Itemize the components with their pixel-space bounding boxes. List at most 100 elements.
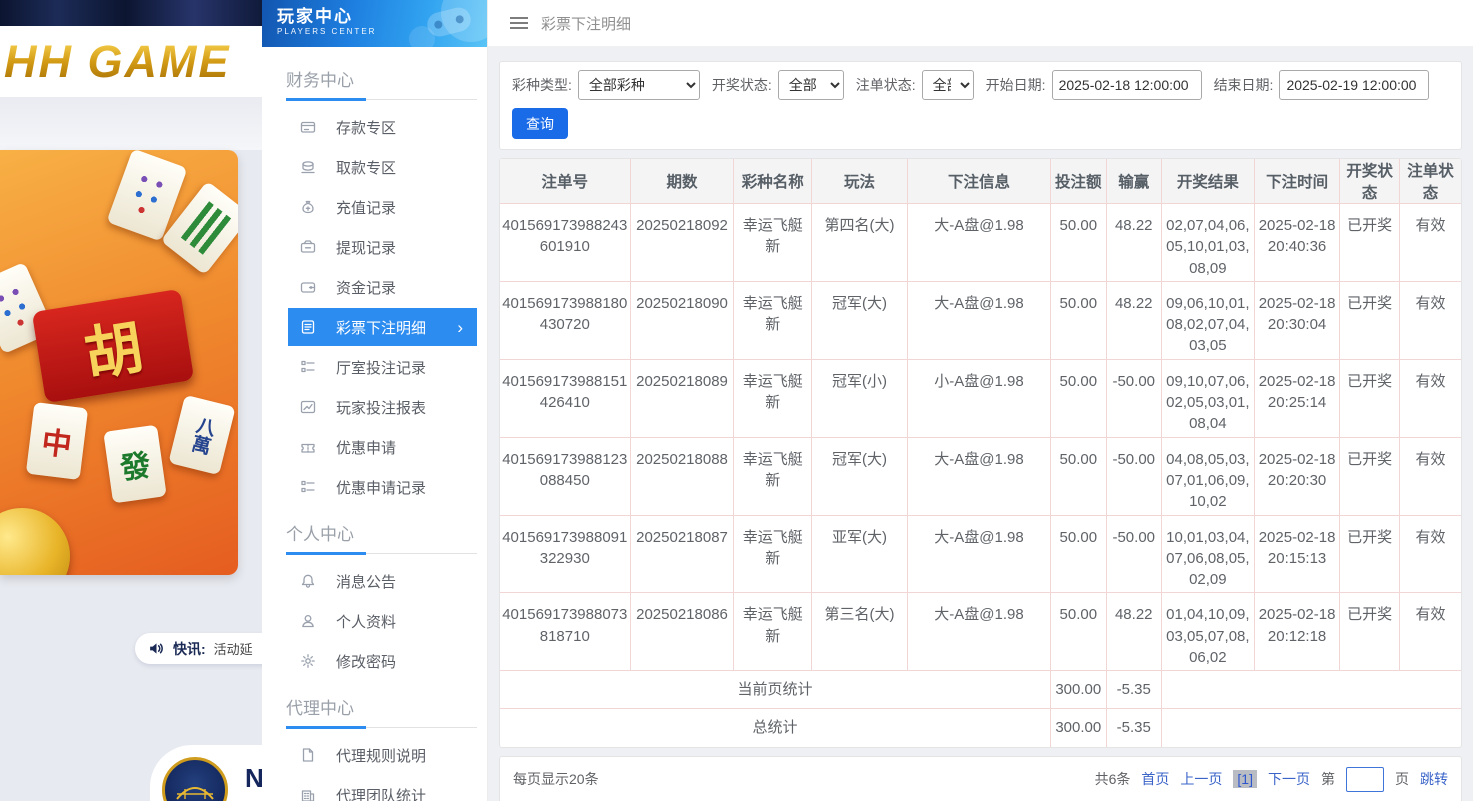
start-date-input[interactable]	[1052, 70, 1202, 100]
bet-table: 注单号期数彩种名称玩法下注信息投注额输赢开奖结果下注时间开奖状态注单状态 4015…	[500, 159, 1461, 747]
cell-result: 04,08,05,03,07,01,06,09,10,02	[1161, 437, 1254, 515]
column-header: 下注信息	[907, 159, 1050, 204]
report-icon	[300, 399, 316, 415]
filter-panel: 彩种类型: 全部彩种 开奖状态: 全部 注单状态: 全部 开始日期: 结束日期:…	[499, 61, 1462, 150]
column-header: 开奖结果	[1161, 159, 1254, 204]
column-header: 注单号	[500, 159, 630, 204]
draw-status-select[interactable]: 全部	[778, 70, 844, 100]
withdraw-record-icon	[300, 239, 316, 255]
lottery-type-select[interactable]: 全部彩种	[578, 70, 700, 100]
badge-letter: N	[245, 763, 264, 794]
end-date-label: 结束日期:	[1214, 75, 1274, 95]
cell-period: 20250218087	[630, 515, 734, 593]
cell-bet-no: 401569173988073818710	[500, 593, 630, 671]
funds-icon	[300, 279, 316, 295]
cell-period: 20250218092	[630, 204, 734, 282]
summary-row: 当前页统计300.00-5.35	[500, 671, 1461, 709]
sidebar-item-bet-detail[interactable]: 彩票下注明细›	[288, 308, 477, 346]
cell-play: 冠军(大)	[812, 437, 908, 515]
cell-play: 冠军(大)	[812, 281, 908, 359]
summary-amount: 300.00	[1051, 671, 1106, 709]
sidebar-item-label: 玩家投注报表	[336, 397, 426, 418]
first-page-link[interactable]: 首页	[1141, 769, 1169, 789]
cell-win-loss: -50.00	[1106, 437, 1161, 515]
sidebar-item-withdraw[interactable]: 取款专区	[288, 147, 477, 187]
site-subheader-strip	[0, 97, 262, 150]
mahjong-promo-image: 胡 中 發 八萬	[0, 150, 238, 575]
cell-draw-status: 已开奖	[1340, 515, 1399, 593]
next-page-link[interactable]: 下一页	[1268, 769, 1310, 789]
sidebar-item-hall-record[interactable]: 厅室投注记录	[288, 347, 477, 387]
sidebar-item-promo[interactable]: 优惠申请	[288, 427, 477, 467]
jump-button[interactable]: 跳转	[1420, 769, 1448, 789]
column-header: 投注额	[1051, 159, 1106, 204]
pagination-bar: 每页显示20条 共6条 首页 上一页 [1] 下一页 第 页 跳转	[499, 756, 1462, 801]
cell-amount: 50.00	[1051, 593, 1106, 671]
current-page-indicator: [1]	[1233, 770, 1257, 788]
sidebar-item-withdraw-record[interactable]: 提现记录	[288, 227, 477, 267]
cell-amount: 50.00	[1051, 204, 1106, 282]
promo-record-icon	[300, 479, 316, 495]
sidebar-item-file[interactable]: 代理规则说明	[288, 735, 477, 775]
file-icon	[300, 747, 316, 763]
page-size-text: 每页显示20条	[513, 769, 599, 789]
start-date-label: 开始日期:	[986, 75, 1046, 95]
sidebar-item-user[interactable]: 个人资料	[288, 601, 477, 641]
table-header-row: 注单号期数彩种名称玩法下注信息投注额输赢开奖结果下注时间开奖状态注单状态	[500, 159, 1461, 204]
sidebar-item-funds[interactable]: 资金记录	[288, 267, 477, 307]
site-top-navy-bar	[0, 0, 262, 26]
summary-empty	[1161, 709, 1461, 747]
query-button[interactable]: 查询	[512, 108, 568, 139]
order-status-select[interactable]: 全部	[922, 70, 974, 100]
sidebar-item-promo-record[interactable]: 优惠申请记录	[288, 467, 477, 507]
sidebar-item-gear[interactable]: 修改密码	[288, 641, 477, 681]
cell-order-status: 有效	[1399, 515, 1461, 593]
column-header: 彩种名称	[734, 159, 812, 204]
end-date-input[interactable]	[1279, 70, 1429, 100]
withdraw-icon	[300, 159, 316, 175]
sidebar-item-deposit[interactable]: 存款专区	[288, 107, 477, 147]
cell-order-status: 有效	[1399, 204, 1461, 282]
lottery-type-label: 彩种类型:	[512, 75, 572, 95]
total-count-text: 共6条	[1095, 769, 1131, 789]
cell-order-status: 有效	[1399, 593, 1461, 671]
sidebar-item-report[interactable]: 玩家投注报表	[288, 387, 477, 427]
underline-accent	[286, 726, 366, 729]
table-row: 40156917398812308845020250218088幸运飞艇新冠军(…	[500, 437, 1461, 515]
cell-result: 02,07,04,06,05,10,01,03,08,09	[1161, 204, 1254, 282]
cell-draw-status: 已开奖	[1340, 204, 1399, 282]
brand-logo: HH GAME	[0, 36, 231, 88]
sidebar-header: 玩家中心 PLAYERS CENTER	[262, 0, 487, 47]
gear-icon	[300, 653, 316, 669]
cell-bet-no: 401569173988123088450	[500, 437, 630, 515]
prev-page-link[interactable]: 上一页	[1180, 769, 1222, 789]
cell-amount: 50.00	[1051, 281, 1106, 359]
cell-win-loss: -50.00	[1106, 515, 1161, 593]
cell-lottery: 幸运飞艇新	[734, 281, 812, 359]
column-header: 开奖状态	[1340, 159, 1399, 204]
cell-draw-status: 已开奖	[1340, 437, 1399, 515]
cell-bet-info: 大-A盘@1.98	[907, 515, 1050, 593]
cell-lottery: 幸运飞艇新	[734, 204, 812, 282]
cell-bet-time: 2025-02-18 20:30:04	[1254, 281, 1340, 359]
sidebar-item-label: 资金记录	[336, 277, 396, 298]
cell-win-loss: 48.22	[1106, 593, 1161, 671]
promo-icon	[300, 439, 316, 455]
summary-win-loss: -5.35	[1106, 709, 1161, 747]
menu-toggle-icon[interactable]	[510, 17, 528, 29]
sidebar-item-recharge[interactable]: 充值记录	[288, 187, 477, 227]
sidebar-item-label: 充值记录	[336, 197, 396, 218]
sidebar-item-bell[interactable]: 消息公告	[288, 561, 477, 601]
mahjong-tile-bawan: 八萬	[168, 395, 235, 476]
site-logo-band: HH GAME	[0, 26, 262, 97]
sidebar-item-team[interactable]: 代理团队统计	[288, 775, 477, 801]
cell-amount: 50.00	[1051, 437, 1106, 515]
cell-bet-no: 401569173988091322930	[500, 515, 630, 593]
team-icon	[300, 787, 316, 801]
bet-table-card: 注单号期数彩种名称玩法下注信息投注额输赢开奖结果下注时间开奖状态注单状态 4015…	[499, 158, 1462, 748]
cell-bet-no: 401569173988180430720	[500, 281, 630, 359]
page-number-input[interactable]	[1346, 767, 1384, 792]
section-title: 财务中心	[262, 53, 487, 98]
sidebar-item-label: 取款专区	[336, 157, 396, 178]
site-background: HH GAME 胡 中 發 八萬 快讯: 活动延 N	[0, 0, 262, 801]
